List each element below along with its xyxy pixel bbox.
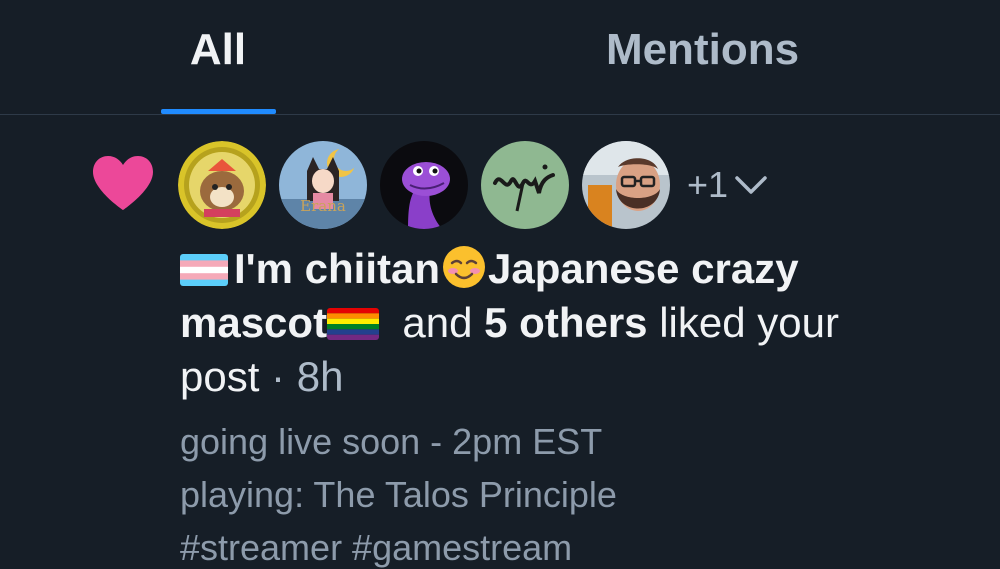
post-preview-line-3: #streamer #gamestream xyxy=(180,527,573,568)
post-preview-line-1: going live soon - 2pm EST xyxy=(180,421,603,462)
active-tab-indicator xyxy=(161,109,276,114)
smiling-face-icon xyxy=(443,246,486,288)
action-text: liked your xyxy=(659,299,839,346)
actor-name[interactable]: I'm chiitan xyxy=(234,245,440,292)
actor-name-part-3[interactable]: mascot xyxy=(180,299,327,346)
and-text: and xyxy=(402,299,473,346)
heart-icon xyxy=(93,156,153,210)
svg-text:Erana: Erana xyxy=(300,197,346,215)
avatar-chiitan[interactable] xyxy=(178,141,266,229)
notification-text-line-3: post · 8h xyxy=(180,350,343,404)
like-notification[interactable]: Erana +1 I'm chiitan Japanese crazy masc… xyxy=(0,115,1000,568)
trans-flag-icon xyxy=(180,254,228,286)
avatar-yuvi[interactable] xyxy=(481,141,569,229)
extra-liker-count: +1 xyxy=(687,164,729,205)
notification-time: 8h xyxy=(296,353,344,400)
expand-likers-button[interactable]: +1 xyxy=(687,164,768,206)
liker-avatars: Erana +1 xyxy=(178,140,768,230)
post-preview-line-2: playing: The Talos Principle xyxy=(180,474,617,515)
avatar-erana[interactable]: Erana xyxy=(279,141,367,229)
notification-text-line-2: mascot and 5 others liked your xyxy=(180,296,839,350)
chevron-down-icon xyxy=(735,176,767,194)
rainbow-flag-icon xyxy=(327,308,380,340)
avatar-dinosaur[interactable] xyxy=(380,141,468,229)
notification-tabs: All Mentions xyxy=(0,0,1000,115)
others-link[interactable]: 5 others xyxy=(484,299,647,346)
post-text: post xyxy=(180,353,260,400)
notification-text-line-1: I'm chiitan Japanese crazy xyxy=(180,242,799,296)
tab-mentions[interactable]: Mentions xyxy=(560,20,845,80)
time-separator: · xyxy=(259,353,297,400)
avatar-bearded-man[interactable] xyxy=(582,141,670,229)
tab-all[interactable]: All xyxy=(160,20,276,80)
actor-name-part-2[interactable]: Japanese crazy xyxy=(488,245,799,292)
